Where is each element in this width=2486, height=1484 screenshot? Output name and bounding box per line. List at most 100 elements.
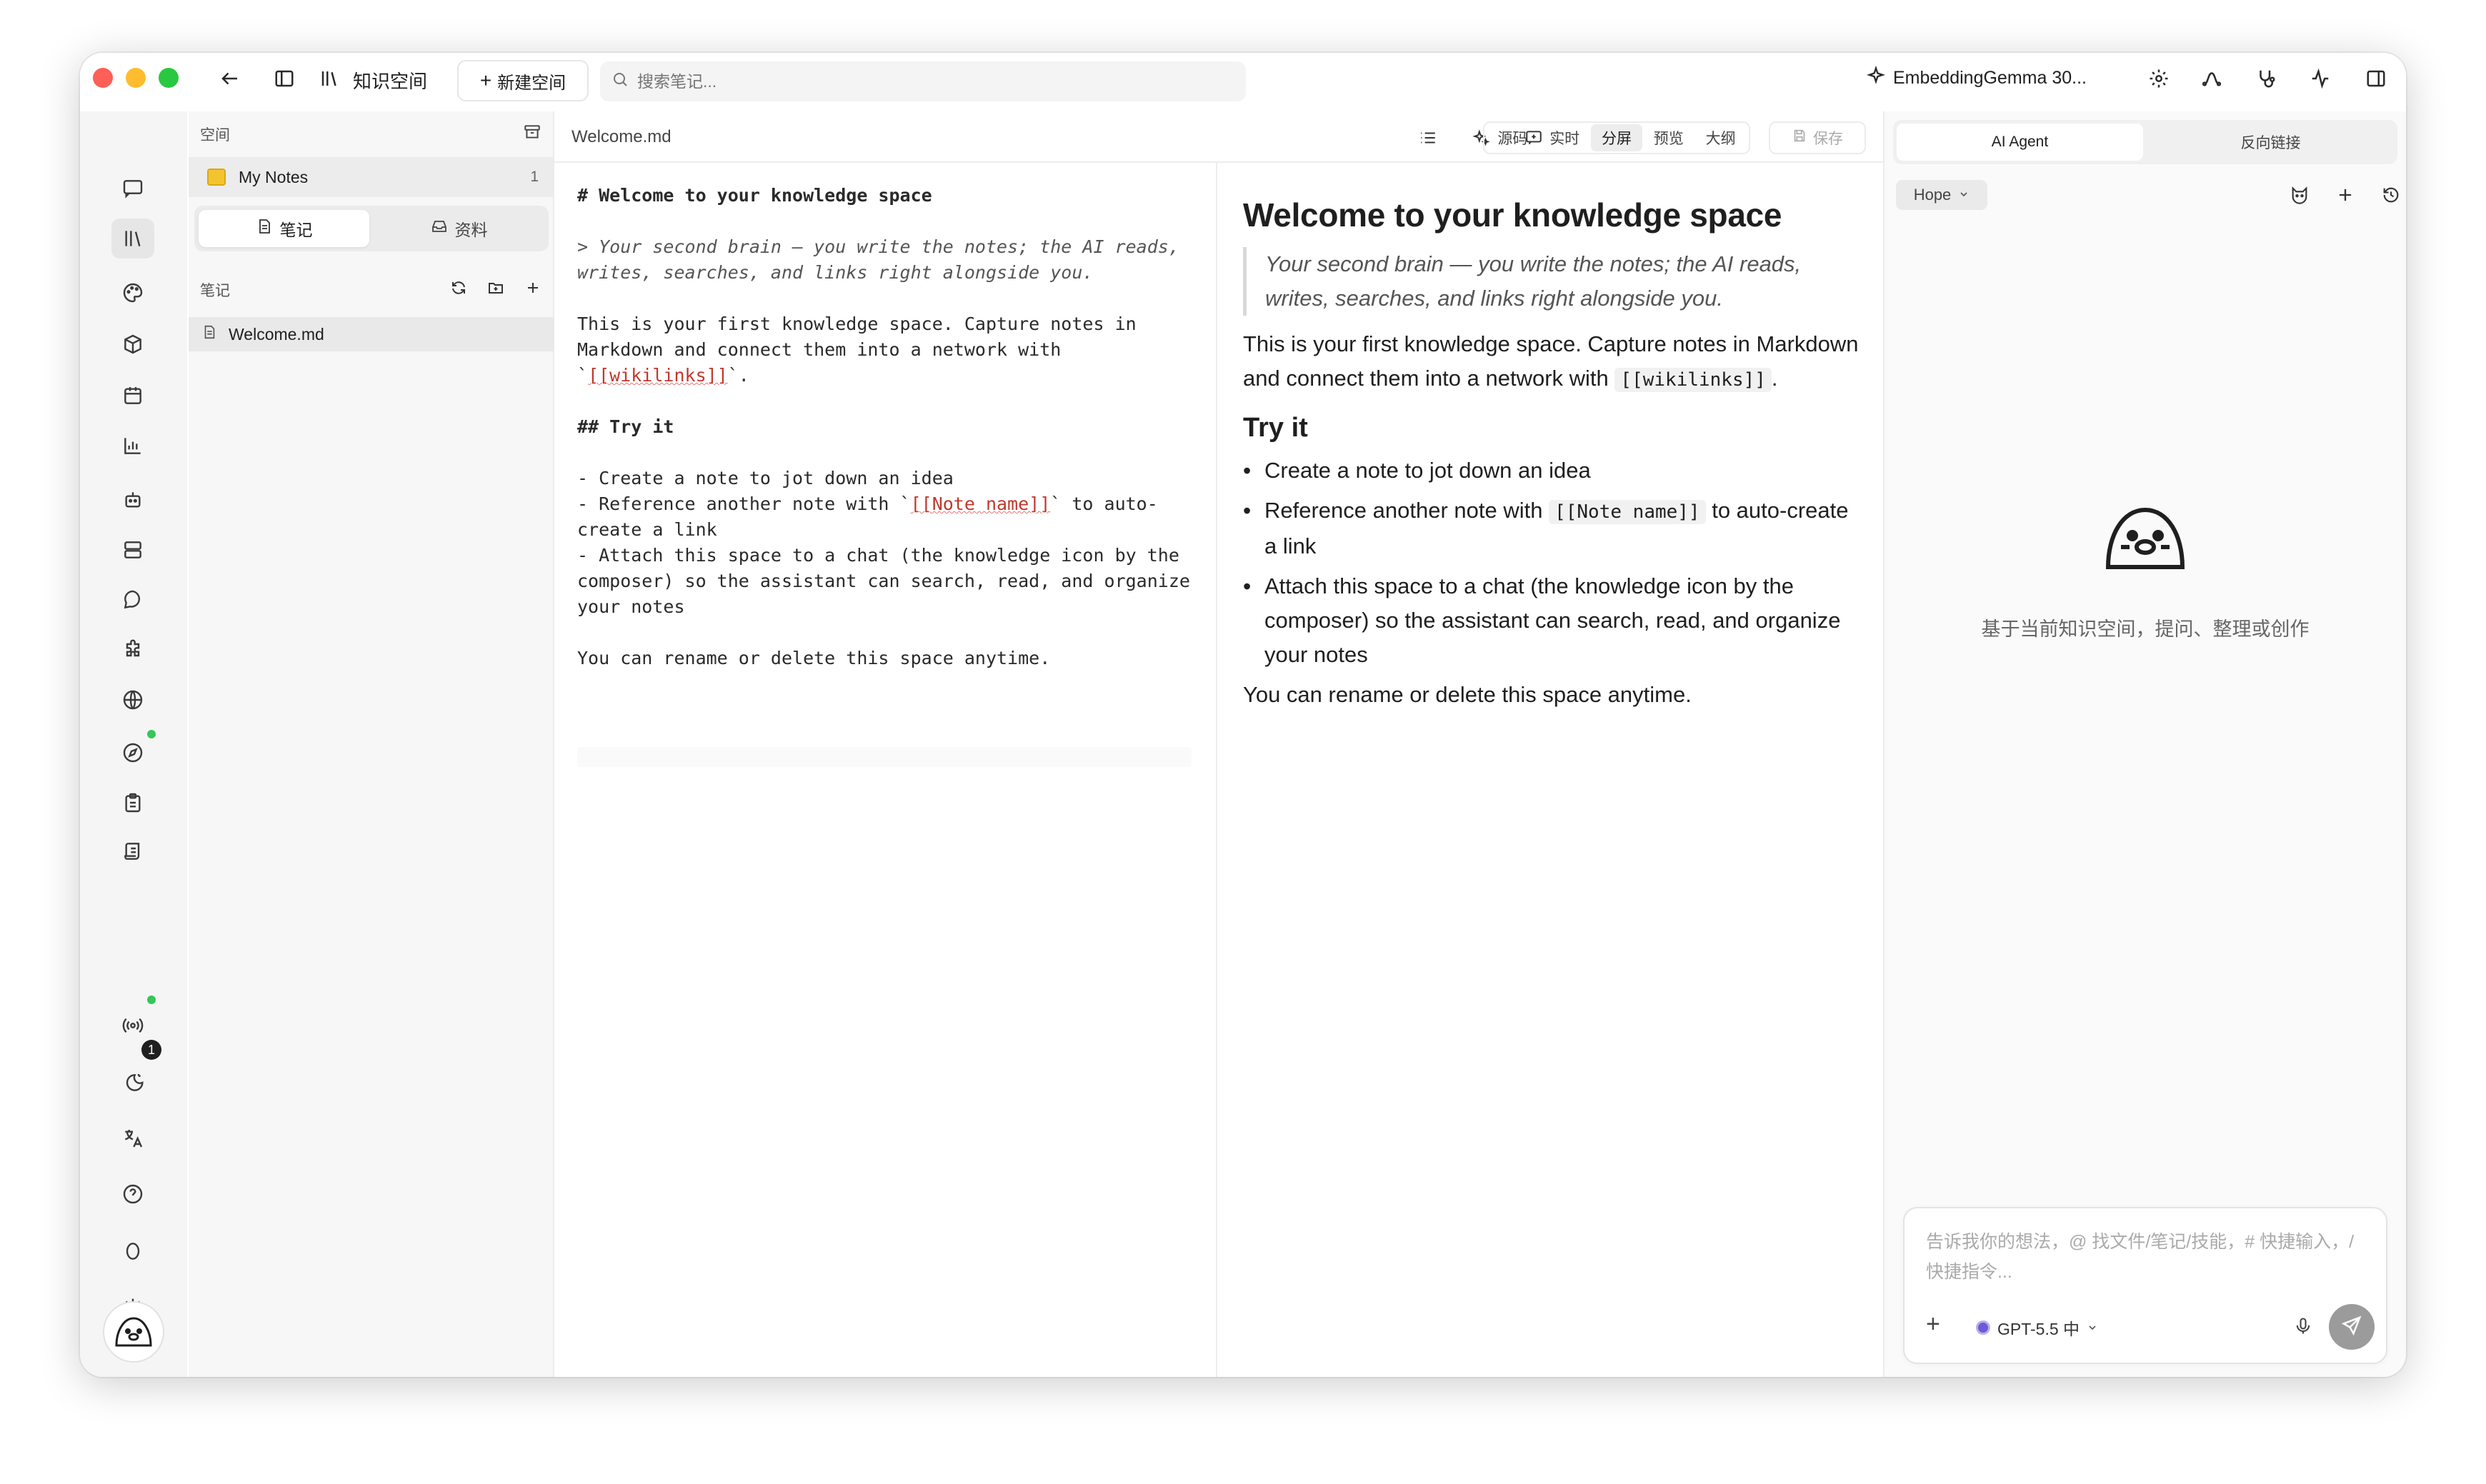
clipboard-icon[interactable] xyxy=(111,783,154,823)
search-bar[interactable] xyxy=(600,61,1246,101)
calendar-icon[interactable] xyxy=(111,376,154,416)
preview-wikilink-code: [[wikilinks]] xyxy=(1614,368,1772,392)
new-space-button[interactable]: + 新建空间 xyxy=(457,60,589,101)
new-folder-icon[interactable] xyxy=(487,279,504,301)
source-quote: > Your second brain — you write the note… xyxy=(577,236,1190,283)
source-list-item-2: - Reference another note with `[[Note na… xyxy=(577,491,1192,543)
mode-preview[interactable]: 预览 xyxy=(1642,124,1694,151)
search-input[interactable] xyxy=(637,71,1209,91)
droplet-icon[interactable] xyxy=(111,1231,154,1271)
mode-outline[interactable]: 大纲 xyxy=(1694,124,1747,151)
translate-icon[interactable] xyxy=(111,1118,154,1158)
space-item-my-notes[interactable]: My Notes 1 xyxy=(189,157,554,197)
archive-icon[interactable] xyxy=(523,123,541,146)
settings-gear-icon[interactable] xyxy=(2145,64,2173,93)
list-item-file[interactable]: Welcome.md xyxy=(189,317,554,351)
composer-placeholder[interactable]: 告诉我你的想法，@ 找文件/笔记/技能，# 快捷输入，/ 快捷指令... xyxy=(1926,1227,2365,1287)
preview-p1-end: . xyxy=(1771,366,1778,391)
preview-list-item-3: Attach this space to a chat (the knowled… xyxy=(1243,569,1864,672)
source-paragraph-1: This is your first knowledge space. Capt… xyxy=(577,311,1192,388)
save-button[interactable]: 保存 xyxy=(1769,121,1866,154)
search-icon xyxy=(611,71,629,92)
microphone-icon[interactable] xyxy=(2293,1316,2313,1341)
page-title: 知识空间 xyxy=(353,71,428,92)
model-selector[interactable]: GPT-5.5 中 xyxy=(1976,1315,2098,1340)
theme-toggle-icon[interactable] xyxy=(111,1063,154,1103)
palette-icon[interactable] xyxy=(111,273,154,313)
bar-chart-icon[interactable] xyxy=(111,426,154,466)
tab-notes[interactable]: 笔记 xyxy=(199,210,369,247)
preview-note-code: [[Note name]] xyxy=(1549,500,1706,524)
preview-quote: Your second brain — you write the notes;… xyxy=(1243,247,1864,316)
plus-icon: + xyxy=(479,69,492,91)
tab-notes-label: 笔记 xyxy=(279,221,313,239)
tab-resources[interactable]: 资料 xyxy=(374,210,544,247)
ai-panel-tabs: AI Agent 反向链接 xyxy=(1893,120,2397,164)
markdown-source-pane[interactable]: # Welcome to your knowledge space > Your … xyxy=(577,183,1192,671)
storage-icon[interactable] xyxy=(111,530,154,570)
activity-icon[interactable] xyxy=(2306,64,2335,93)
library-nav-icon[interactable] xyxy=(111,219,154,259)
sparkle-icon xyxy=(1866,65,1886,91)
preview-h1: Welcome to your knowledge space xyxy=(1243,196,1782,234)
new-chat-plus-icon[interactable] xyxy=(2330,180,2360,210)
minimize-window-button[interactable] xyxy=(126,68,146,88)
folder-icon xyxy=(207,169,226,186)
list-icon[interactable] xyxy=(1413,123,1443,153)
broadcast-status-dot xyxy=(147,996,156,1004)
space-note-count: 1 xyxy=(530,169,539,185)
ai-empty-state: 基于当前知识空间，提问、整理或创作 xyxy=(1885,504,2406,641)
compass-icon[interactable] xyxy=(111,733,154,773)
preview-list-item-1: Create a note to jot down an idea xyxy=(1243,453,1864,488)
right-panel-toggle-icon[interactable] xyxy=(2362,64,2390,93)
source-wikilink: [[wikilinks]] xyxy=(588,365,728,386)
source-current-line xyxy=(577,747,1192,767)
puzzle-icon[interactable] xyxy=(111,630,154,670)
source-p1-end: `. xyxy=(727,365,749,386)
stethoscope-icon[interactable] xyxy=(2252,64,2280,93)
tab-resources-label: 资料 xyxy=(454,221,488,239)
preview-h2: Try it xyxy=(1243,413,1308,443)
file-icon xyxy=(201,324,217,344)
attach-plus-icon[interactable]: + xyxy=(1926,1310,1940,1338)
history-icon[interactable] xyxy=(2376,180,2406,210)
package-icon[interactable] xyxy=(111,324,154,364)
split-divider[interactable] xyxy=(1216,163,1217,1377)
notes-list-header: 笔记 xyxy=(200,274,541,306)
tab-ai-agent[interactable]: AI Agent xyxy=(1897,124,2143,161)
mode-split[interactable]: 分屏 xyxy=(1590,124,1643,151)
chat-bubble-icon[interactable] xyxy=(111,169,154,209)
scroll-icon[interactable] xyxy=(111,831,154,871)
title-bar: 知识空间 + 新建空间 EmbeddingGemma 30... xyxy=(80,53,2406,111)
new-note-icon[interactable] xyxy=(524,279,541,301)
source-h1: # Welcome to your knowledge space xyxy=(577,185,932,206)
zoom-window-button[interactable] xyxy=(159,68,179,88)
notification-badge: 1 xyxy=(141,1040,161,1060)
sidebar-toggle-icon[interactable] xyxy=(270,64,299,93)
embedding-model-label: EmbeddingGemma 30... xyxy=(1893,68,2087,88)
mode-live[interactable]: 实时 xyxy=(1539,124,1591,151)
send-button[interactable] xyxy=(2329,1304,2375,1350)
chat-composer[interactable]: 告诉我你的想法，@ 找文件/笔记/技能，# 快捷输入，/ 快捷指令... + G… xyxy=(1903,1207,2387,1364)
model-name: GPT-5.5 中 xyxy=(1997,1320,2080,1338)
preview-paragraph-2: You can rename or delete this space anyt… xyxy=(1243,682,1692,707)
preview-paragraph-1: This is your first knowledge space. Capt… xyxy=(1243,327,1864,397)
tab-backlinks[interactable]: 反向链接 xyxy=(2147,124,2394,161)
user-avatar[interactable] xyxy=(103,1301,164,1363)
persona-selector[interactable]: Hope xyxy=(1896,180,1987,210)
globe-icon[interactable] xyxy=(111,680,154,720)
mode-source[interactable]: 源码 xyxy=(1487,124,1539,151)
back-arrow-icon[interactable] xyxy=(216,64,244,93)
close-window-button[interactable] xyxy=(93,68,113,88)
workflow-icon[interactable] xyxy=(2197,64,2226,93)
editor-toolbar: Welcome.md 源码 实时 分屏 预览 大纲 保存 xyxy=(554,111,1883,163)
embedding-model-status[interactable]: EmbeddingGemma 30... xyxy=(1866,65,2087,91)
source-list-item-3: - Attach this space to a chat (the knowl… xyxy=(577,545,1201,617)
robot-icon[interactable] xyxy=(111,480,154,520)
cat-icon[interactable] xyxy=(2285,180,2315,210)
message-circle-icon[interactable] xyxy=(111,580,154,620)
refresh-icon[interactable] xyxy=(450,279,467,301)
help-icon[interactable] xyxy=(111,1174,154,1214)
source-paragraph-2: You can rename or delete this space anyt… xyxy=(577,648,1051,668)
markdown-preview-pane: Welcome to your knowledge space Your sec… xyxy=(1243,183,1864,721)
